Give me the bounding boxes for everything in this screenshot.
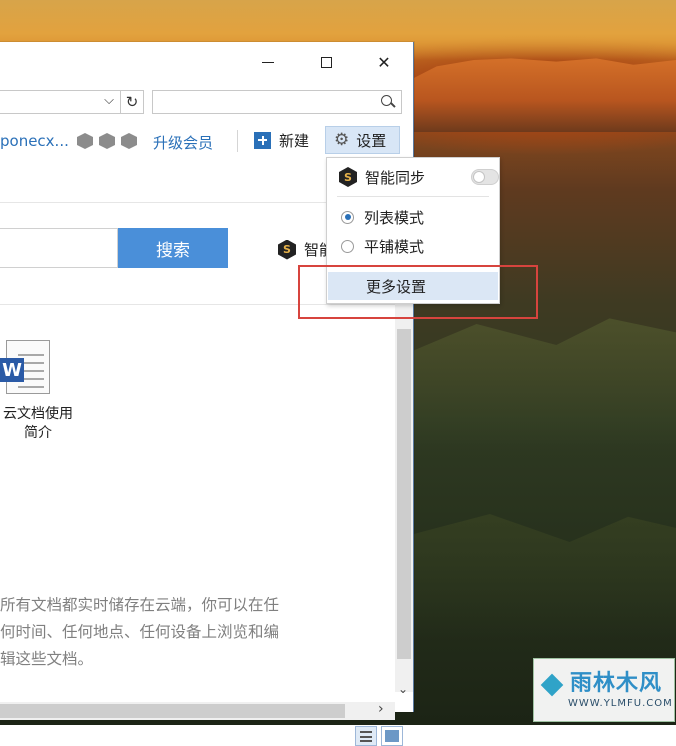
toolbar-divider: [237, 130, 238, 152]
watermark-url: WWW.YLMFU.COM: [568, 698, 673, 709]
menu-item-smart-sync[interactable]: S 智能同步: [327, 163, 511, 191]
list-view-icon: [360, 740, 372, 742]
menu-item-list-mode[interactable]: 列表模式: [327, 203, 513, 231]
maximize-button[interactable]: [308, 50, 344, 74]
new-label: 新建: [279, 131, 310, 150]
watermark-logo: 雨林木风 WWW.YLMFU.COM: [533, 658, 675, 722]
scroll-right-icon[interactable]: ›: [378, 701, 384, 717]
forest-ridge: [410, 318, 676, 450]
watermark-diamond-icon: [540, 673, 564, 697]
top-search-input[interactable]: [152, 90, 402, 114]
info-line: 所有文档都实时储存在云端，你可以在任: [0, 596, 280, 614]
minimize-icon: [262, 61, 274, 63]
word-logo-icon: W: [0, 358, 24, 382]
menu-divider: [337, 196, 489, 197]
info-line: 辑这些文档。: [0, 650, 94, 668]
doc-line: [18, 354, 44, 356]
list-mode-radio[interactable]: [341, 210, 354, 224]
watermark-title: 雨林木风: [570, 670, 663, 696]
smart-sync-label: 智能同步: [365, 168, 426, 187]
settings-label: 设置: [356, 131, 387, 150]
plus-icon: [254, 131, 271, 149]
highlight-box: [298, 265, 538, 319]
menu-item-tile-mode[interactable]: 平铺模式: [327, 232, 513, 260]
search-icon: [381, 95, 392, 106]
vertical-scrollbar[interactable]: ⌄: [395, 304, 413, 696]
chevron-down-icon: ⌵: [104, 93, 114, 108]
member-badge-icon[interactable]: [121, 133, 137, 149]
info-line: 何时间、任何地点、任何设备上浏览和编: [0, 623, 280, 641]
search-button[interactable]: 搜索: [118, 228, 228, 268]
list-view-icon: [360, 735, 372, 738]
doc-line: [18, 386, 44, 388]
close-icon: ✕: [377, 52, 391, 72]
close-button[interactable]: ✕: [366, 50, 402, 74]
cloud-info-text: 所有文档都实时储存在云端，你可以在任 何时间、任何地点、任何设备上浏览和编 辑这…: [0, 592, 315, 673]
file-name-line1: 云文档使用: [3, 406, 73, 422]
toolbar: ponecx... 升级会员 新建 ⚙ 设置: [0, 124, 413, 154]
user-name[interactable]: ponecx...: [0, 132, 69, 150]
refresh-icon: ↻: [125, 93, 139, 111]
scroll-thumb[interactable]: [397, 329, 411, 659]
gear-icon: ⚙: [334, 130, 350, 150]
list-view-button[interactable]: [355, 726, 377, 746]
settings-button[interactable]: ⚙ 设置: [325, 126, 400, 154]
forest-ridge-lower: [410, 514, 676, 640]
title-bar: ✕: [0, 42, 413, 82]
app-window: ✕ ⌵ ↻ ponecx... 升级会员 新建 ⚙ 设置 搜索 S 智能 W 云…: [0, 42, 414, 746]
mountain-ridge: [410, 58, 676, 132]
tile-mode-label: 平铺模式: [364, 237, 425, 256]
member-badge-icon[interactable]: [99, 133, 115, 149]
file-name[interactable]: 云文档使用 简介: [0, 405, 78, 443]
tile-mode-radio[interactable]: [341, 239, 354, 253]
member-badge-icon[interactable]: [77, 133, 93, 149]
toggle-knob: [473, 171, 485, 183]
smart-sync-toggle[interactable]: [471, 169, 499, 185]
word-document-icon[interactable]: W: [0, 340, 50, 395]
view-switcher: [355, 726, 403, 746]
smart-sync-icon: S: [339, 167, 357, 187]
smart-sync-icon: S: [278, 239, 296, 260]
refresh-button[interactable]: ↻: [120, 90, 144, 114]
minimize-button[interactable]: [250, 50, 286, 74]
tile-view-icon: [385, 730, 399, 742]
list-view-icon: [360, 731, 372, 733]
horizontal-scrollbar[interactable]: ›: [0, 701, 395, 720]
new-button[interactable]: 新建: [254, 128, 309, 152]
upgrade-membership-link[interactable]: 升级会员: [153, 132, 213, 153]
scroll-thumb[interactable]: [0, 704, 345, 718]
tile-view-button[interactable]: [381, 726, 403, 746]
file-search-input[interactable]: [0, 228, 118, 268]
maximize-icon: [320, 56, 332, 68]
folder-dropdown[interactable]: ⌵: [0, 90, 121, 114]
scroll-down-icon[interactable]: ⌄: [398, 682, 408, 696]
list-mode-label: 列表模式: [364, 208, 425, 227]
file-name-line2: 简介: [24, 425, 52, 441]
